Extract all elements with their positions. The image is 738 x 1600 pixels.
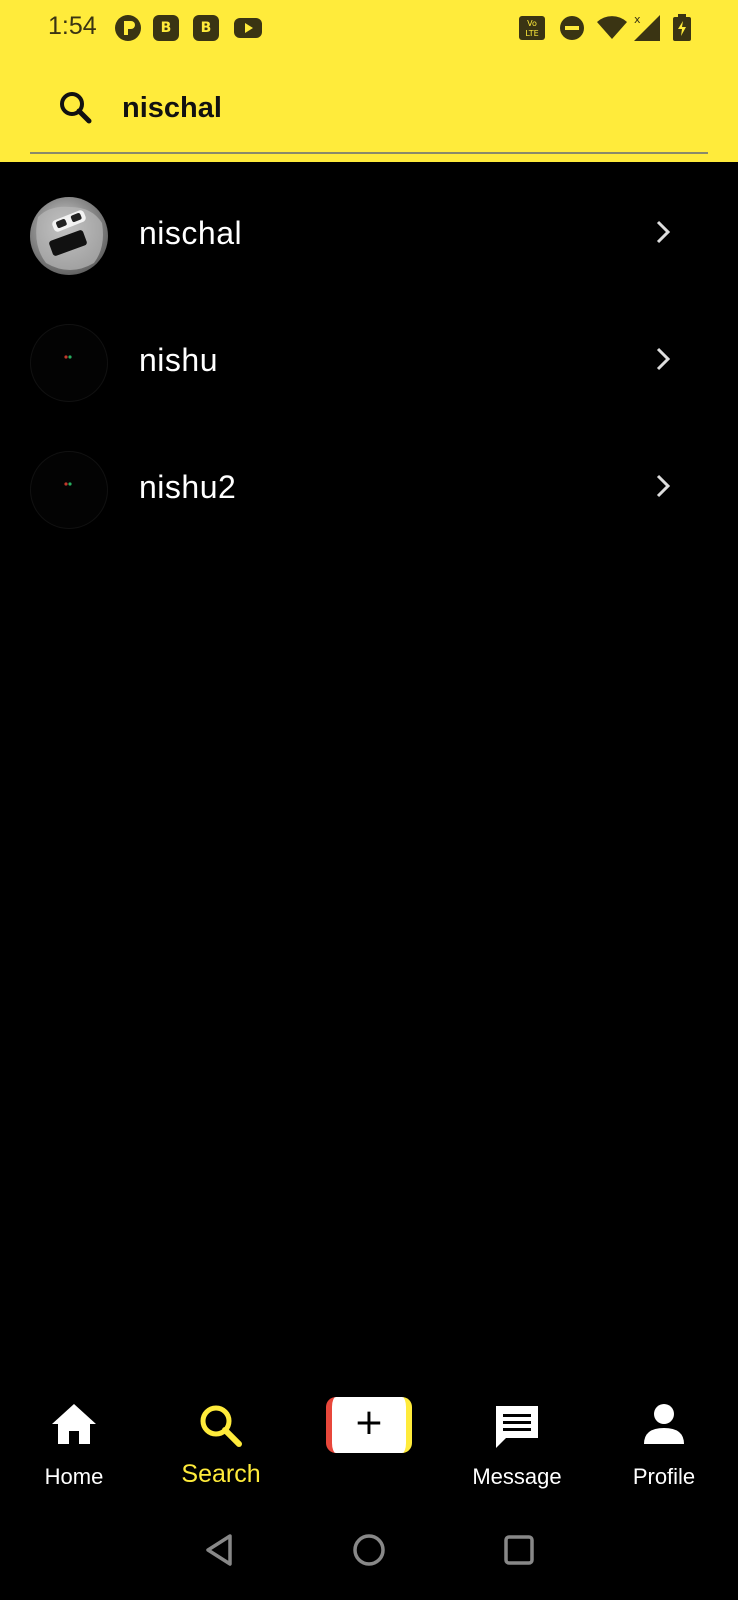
avatar [30,324,108,402]
youtube-icon [233,14,263,42]
chevron-right-icon [648,344,678,374]
home-circle-icon[interactable] [349,1530,389,1570]
nav-search[interactable]: Search [161,1380,281,1490]
message-icon [492,1402,542,1457]
nav-profile[interactable]: Profile [604,1380,724,1490]
system-nav-bar [0,1500,738,1600]
result-name: nishu2 [139,469,237,505]
result-name: nishu [139,342,218,378]
b-badge-icon: B [153,14,179,42]
bottom-nav: Home Search + Message Profile [0,1380,738,1500]
nav-home-label: Home [44,1464,104,1489]
header: 1:54 B B Vo LTE x [0,0,738,162]
list-item[interactable]: nischal [0,162,738,289]
svg-text:LTE: LTE [525,29,538,38]
chevron-right-icon [648,217,678,247]
nav-home[interactable]: Home [14,1380,134,1490]
signal-icon: x [632,13,662,42]
battery-charging-icon [672,14,692,42]
svg-text:Vo: Vo [527,19,537,28]
search-icon [197,1402,245,1455]
nav-message[interactable]: Message [457,1380,577,1490]
p-circle-icon [114,14,142,42]
plus-icon: + [353,1402,385,1443]
search-icon [56,88,96,128]
result-name: nischal [139,215,243,251]
b-badge-icon: B [193,14,219,42]
search-bar[interactable] [30,78,708,154]
add-post-button[interactable]: + [326,1397,412,1453]
search-input[interactable] [122,84,682,132]
chevron-right-icon [648,471,678,501]
nav-message-label: Message [472,1464,562,1489]
recents-icon[interactable] [499,1530,539,1570]
wifi-icon [596,14,628,42]
nav-profile-label: Profile [632,1464,696,1489]
home-icon [50,1402,98,1451]
list-item[interactable]: nishu [0,289,738,416]
status-bar: 1:54 B B Vo LTE x [0,0,738,56]
nav-search-label: Search [181,1460,261,1488]
back-icon[interactable] [200,1530,240,1570]
avatar [30,451,108,529]
do-not-disturb-icon [559,14,585,42]
list-item[interactable]: nishu2 [0,416,738,543]
svg-text:x: x [634,13,641,26]
status-time: 1:54 [48,12,97,40]
avatar [30,197,108,275]
search-results: nischal nishu nishu2 [0,162,738,543]
profile-icon [642,1402,686,1451]
volte-icon: Vo LTE [518,14,546,42]
